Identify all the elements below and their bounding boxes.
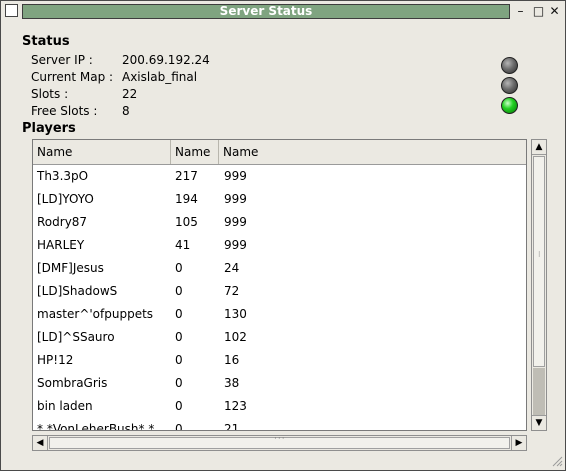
table-cell: 0	[175, 261, 183, 275]
resize-grip-icon[interactable]	[551, 453, 563, 467]
table-row[interactable]: Th3.3pO 217 999	[33, 165, 526, 188]
table-cell: 194	[175, 192, 198, 206]
slots-label: Slots :	[31, 87, 69, 101]
players-heading: Players	[22, 121, 76, 136]
table-cell: Th3.3pO	[37, 169, 89, 183]
table-row[interactable]: bin laden 0 123	[33, 395, 526, 418]
current-map-value: Axislab_final	[122, 70, 198, 84]
scroll-left-arrow-icon[interactable]: ◀	[33, 436, 48, 450]
maximize-button[interactable]: □	[531, 3, 546, 19]
table-row[interactable]: [LD]YOYO 194 999	[33, 188, 526, 211]
table-cell: 0	[175, 399, 183, 413]
table-cell: 130	[224, 307, 247, 321]
table-cell: 0	[175, 330, 183, 344]
table-cell: 999	[224, 215, 247, 229]
status-light-3-icon	[501, 97, 518, 114]
table-row[interactable]: *.*VonLeherBush*.* 0 21	[33, 418, 526, 431]
grip-icon: ···	[274, 434, 286, 444]
table-row[interactable]: master^'ofpuppets 0 130	[33, 303, 526, 326]
table-cell: 999	[224, 169, 247, 183]
status-light-1-icon	[501, 57, 518, 74]
table-cell: master^'ofpuppets	[37, 307, 154, 321]
vertical-scroll-track[interactable]	[533, 368, 545, 415]
table-cell: 0	[175, 353, 183, 367]
table-row[interactable]: SombraGris 0 38	[33, 372, 526, 395]
server-status-window: Server Status – □ ✕ Status Server IP : 2…	[0, 0, 566, 471]
table-cell: [LD]^SSauro	[37, 330, 115, 344]
horizontal-scroll-thumb[interactable]: ···	[49, 434, 510, 449]
server-ip-label: Server IP :	[31, 53, 93, 67]
table-cell: 123	[224, 399, 247, 413]
close-button[interactable]: ✕	[547, 3, 562, 19]
table-cell: 41	[175, 238, 191, 252]
table-cell: 105	[175, 215, 198, 229]
vertical-scrollbar[interactable]: ▲ ⁝ ▼	[531, 139, 547, 431]
status-heading: Status	[22, 34, 70, 49]
table-cell: 16	[224, 353, 240, 367]
table-row[interactable]: [LD]ShadowS 0 72	[33, 280, 526, 303]
window-title: Server Status	[22, 4, 510, 19]
horizontal-scrollbar[interactable]: ◀ ··· ▶	[32, 434, 527, 451]
column-header-name-3[interactable]: Name	[219, 140, 526, 164]
status-light-2-icon	[501, 77, 518, 94]
table-cell: *.*VonLeherBush*.*	[37, 422, 155, 431]
server-ip-value: 200.69.192.24	[122, 53, 210, 67]
slots-value: 22	[122, 87, 138, 101]
table-row[interactable]: HP!12 0 16	[33, 349, 526, 372]
table-cell: HARLEY	[37, 238, 85, 252]
table-row[interactable]: Rodry87 105 999	[33, 211, 526, 234]
table-row[interactable]: [DMF]Jesus 0 24	[33, 257, 526, 280]
scroll-right-arrow-icon[interactable]: ▶	[511, 436, 526, 450]
table-cell: 0	[175, 284, 183, 298]
table-cell: 24	[224, 261, 240, 275]
free-slots-value: 8	[122, 104, 130, 118]
table-cell: 0	[175, 422, 183, 431]
title-bar[interactable]: Server Status – □ ✕	[1, 1, 565, 22]
table-cell: 999	[224, 238, 247, 252]
table-cell: 102	[224, 330, 247, 344]
free-slots-label: Free Slots :	[31, 104, 98, 118]
table-cell: 72	[224, 284, 240, 298]
grip-icon: ⁝	[538, 250, 541, 259]
table-cell: 0	[175, 376, 183, 390]
players-table[interactable]: Name Name Name Th3.3pO 217 999 [LD]YOYO 194 9…	[32, 139, 527, 431]
minimize-button[interactable]: –	[513, 3, 528, 19]
table-cell: [DMF]Jesus	[37, 261, 104, 275]
current-map-label: Current Map :	[31, 70, 114, 84]
table-cell: 38	[224, 376, 240, 390]
table-cell: 217	[175, 169, 198, 183]
table-cell: bin laden	[37, 399, 93, 413]
table-cell: 999	[224, 192, 247, 206]
table-row[interactable]: HARLEY 41 999	[33, 234, 526, 257]
window-menu-button[interactable]	[5, 4, 18, 17]
scroll-down-arrow-icon[interactable]: ▼	[532, 415, 546, 430]
table-cell: SombraGris	[37, 376, 108, 390]
table-cell: [LD]YOYO	[37, 192, 94, 206]
table-cell: 0	[175, 307, 183, 321]
table-cell: [LD]ShadowS	[37, 284, 118, 298]
column-header-name-1[interactable]: Name	[33, 140, 171, 164]
table-row[interactable]: [LD]^SSauro 0 102	[33, 326, 526, 349]
table-cell: 21	[224, 422, 240, 431]
players-table-header: Name Name Name	[33, 140, 526, 165]
table-cell: Rodry87	[37, 215, 88, 229]
table-cell: HP!12	[37, 353, 74, 367]
column-header-name-2[interactable]: Name	[171, 140, 219, 164]
scroll-up-arrow-icon[interactable]: ▲	[532, 140, 546, 155]
vertical-scroll-thumb[interactable]: ⁝	[533, 156, 545, 367]
